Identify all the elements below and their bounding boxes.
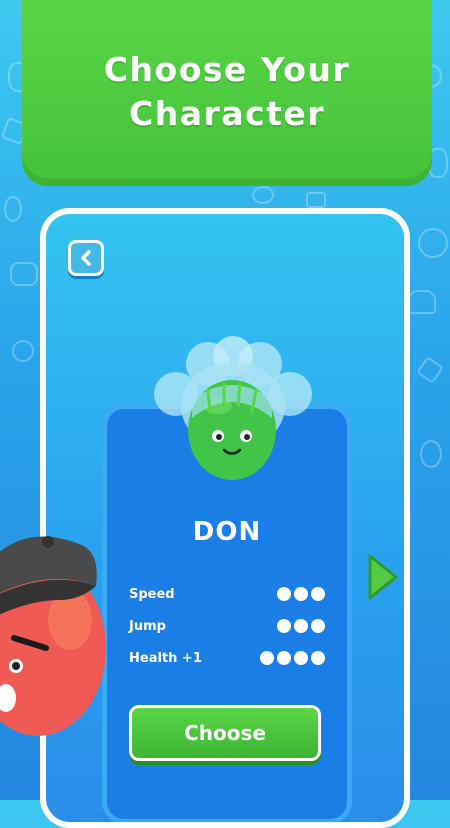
choose-button-label: Choose xyxy=(184,721,266,745)
character-red-cap xyxy=(0,536,106,736)
stat-dot xyxy=(311,619,325,633)
stat-dot xyxy=(294,651,308,665)
stat-row-jump: Jump xyxy=(129,615,325,637)
background-doodle xyxy=(420,440,442,468)
stat-label: Jump xyxy=(129,618,166,634)
choose-button[interactable]: Choose xyxy=(129,705,321,761)
background-doodle xyxy=(252,186,274,204)
stat-label: Health +1 xyxy=(129,650,202,666)
background-doodle xyxy=(416,356,444,384)
back-button[interactable] xyxy=(68,240,104,276)
background-doodle xyxy=(4,196,22,222)
stat-dot xyxy=(294,587,308,601)
next-character-button[interactable] xyxy=(364,552,400,602)
stat-dot xyxy=(277,619,291,633)
stat-label: Speed xyxy=(129,586,175,602)
title-banner: Choose Your Character xyxy=(22,0,432,186)
chevron-left-icon xyxy=(81,250,91,266)
stat-row-health: Health +1 xyxy=(129,647,325,669)
stat-row-speed: Speed xyxy=(129,583,325,605)
background-doodle xyxy=(306,192,326,208)
stat-dot xyxy=(277,587,291,601)
stat-dots xyxy=(260,651,325,665)
stat-dot xyxy=(311,587,325,601)
character-slime-don xyxy=(154,336,312,480)
stat-dot xyxy=(260,651,274,665)
background-doodle xyxy=(10,262,38,286)
stat-dot xyxy=(294,619,308,633)
page-title: Choose Your Character xyxy=(103,50,351,133)
stat-dots xyxy=(277,619,325,633)
stat-dot xyxy=(311,651,325,665)
stat-dot xyxy=(277,651,291,665)
background-doodle xyxy=(12,340,34,362)
background-doodle xyxy=(408,290,436,314)
character-name: DON xyxy=(192,517,262,547)
stat-dots xyxy=(277,587,325,601)
background-doodle xyxy=(418,228,448,258)
